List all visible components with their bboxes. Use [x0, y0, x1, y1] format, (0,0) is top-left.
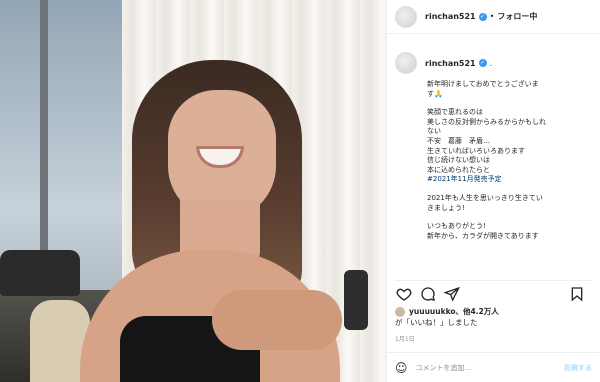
username[interactable]: rinchan521: [425, 12, 476, 21]
liker-username[interactable]: yuuuuukko: [409, 307, 456, 316]
caption-dot: .: [489, 58, 493, 68]
caption-text: 新年明けましておめでとうございま す🙏 笑顔で恵れるのは 美しさの反対側からみる…: [427, 80, 591, 241]
likes-suffix: が「いいね！」しました: [395, 318, 478, 327]
hand: [212, 290, 342, 350]
caption-line: 本に込められたらと: [427, 165, 490, 174]
caption-username[interactable]: rinchan521: [425, 59, 476, 68]
share-icon[interactable]: [443, 285, 461, 303]
post-side-panel: rinchan521 ✓ • フォロー中 rinchan521 ✓ . 新年明け…: [386, 0, 600, 382]
emoji-icon[interactable]: ☺: [395, 361, 408, 375]
post-comment-button[interactable]: 投稿する: [564, 363, 592, 373]
caption-block: rinchan521 ✓ . 新年明けましておめでとうございま す🙏 笑顔で恵れ…: [395, 52, 591, 276]
caption-line: 生きていればいろいろあります: [427, 146, 525, 155]
caption-line: 信じ続けない想いは: [427, 156, 490, 165]
follow-button[interactable]: フォロー中: [497, 11, 537, 22]
comment-input[interactable]: コメントを追加...: [416, 363, 472, 373]
bookmark-icon[interactable]: [568, 285, 586, 303]
caption-line: ない: [427, 127, 441, 136]
verified-icon: ✓: [478, 59, 487, 67]
caption-avatar[interactable]: [395, 52, 417, 74]
bag: [0, 250, 80, 296]
action-bar: [395, 280, 592, 302]
microphone-stand: [344, 270, 368, 330]
verified-icon: ✓: [478, 12, 487, 21]
caption-line: 2021年も人生を思いっきり生きてい: [427, 193, 543, 202]
heart-icon[interactable]: [395, 285, 413, 303]
hashtag-link[interactable]: #2021年11月発売予定: [427, 175, 591, 185]
post-header: rinchan521 ✓ • フォロー中: [387, 0, 600, 34]
comment-icon[interactable]: [419, 285, 437, 303]
caption-line: 笑顔で恵れるのは: [427, 108, 483, 117]
caption-line: きましょう!: [427, 203, 465, 212]
liker-avatar[interactable]: [395, 307, 405, 317]
caption-line: 新年から、カラダが開きてあります: [427, 231, 539, 240]
caption-line: す🙏: [427, 89, 443, 98]
separator-dot: •: [489, 12, 495, 21]
caption-line: 美しさの反対側からみるからかもしれ: [427, 117, 546, 126]
post-photo[interactable]: [0, 0, 386, 382]
caption-line: 新年明けましておめでとうございま: [427, 80, 539, 88]
avatar[interactable]: [395, 5, 417, 28]
caption-header: rinchan521 ✓ .: [395, 52, 591, 74]
comment-bar: ☺ コメントを追加... 投稿する: [387, 352, 600, 382]
caption-line: いつもありがとう!: [427, 222, 486, 231]
likes-count[interactable]: 、他4.2万人: [456, 307, 499, 316]
post-date[interactable]: 1月1日: [395, 334, 415, 343]
likes-summary: yuuuuukko、他4.2万人 が「いいね！」しました: [395, 306, 592, 328]
caption-line: 不安 葛藤 矛盾…: [427, 136, 490, 145]
